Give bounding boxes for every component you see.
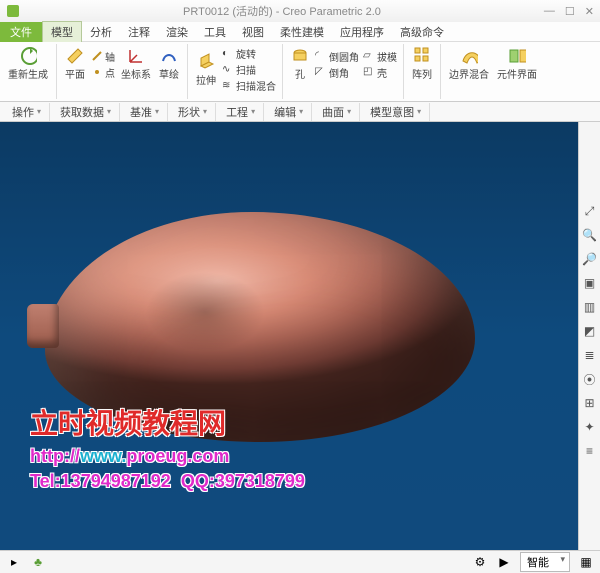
- tab-analysis[interactable]: 分析: [82, 22, 120, 42]
- sketch-button[interactable]: 草绘: [157, 46, 181, 82]
- viewport-wrap: 立时视频教程网 http://www.proeug.com Tel:137949…: [0, 122, 600, 550]
- hole-button[interactable]: 孔: [289, 46, 311, 82]
- sub-eng[interactable]: 工程: [218, 103, 264, 121]
- shell-button[interactable]: ◰壳: [363, 65, 397, 80]
- boundary-button[interactable]: 边界混合: [447, 46, 491, 82]
- tab-model[interactable]: 模型: [42, 21, 82, 42]
- snap-icon[interactable]: ⦿: [581, 370, 599, 388]
- tab-advanced[interactable]: 高级命令: [392, 22, 452, 42]
- sub-edit[interactable]: 编辑: [266, 103, 312, 121]
- sub-datum[interactable]: 基准: [122, 103, 168, 121]
- point-button[interactable]: 点: [91, 65, 115, 80]
- titlebar: PRT0012 (活动的) - Creo Parametric 2.0 — ☐ …: [0, 0, 600, 22]
- measure-icon[interactable]: ≡: [581, 442, 599, 460]
- axis-icon: [91, 50, 103, 62]
- status-tree-icon[interactable]: ♣: [30, 554, 46, 570]
- view-icon[interactable]: ▥: [581, 298, 599, 316]
- grid-icon[interactable]: ⊞: [581, 394, 599, 412]
- zoom-out-icon[interactable]: 🔎: [581, 250, 599, 268]
- swblend-icon: ≋: [222, 80, 234, 92]
- component-button[interactable]: 元件界面: [495, 46, 539, 82]
- maximize-button[interactable]: ☐: [565, 5, 575, 18]
- sub-surface[interactable]: 曲面: [314, 103, 360, 121]
- menubar: 文件 模型 分析 注释 渲染 工具 视图 柔性建模 应用程序 高级命令: [0, 22, 600, 42]
- plane-icon: [66, 47, 84, 65]
- sketch-icon: [160, 47, 178, 65]
- minimize-button[interactable]: —: [544, 5, 555, 18]
- refit-icon[interactable]: ▣: [581, 274, 599, 292]
- sub-ops[interactable]: 操作: [4, 103, 50, 121]
- sweep-icon: ∿: [222, 64, 234, 76]
- regen-label: 重新生成: [8, 66, 48, 81]
- ribbon-group-surface: 边界混合 元件界面: [441, 44, 545, 99]
- display-icon[interactable]: ◩: [581, 322, 599, 340]
- sub-getdata[interactable]: 获取数据: [52, 103, 120, 121]
- status-end-icon[interactable]: ▦: [578, 554, 594, 570]
- csys-icon: [127, 47, 145, 65]
- pattern-button[interactable]: 阵列: [410, 46, 434, 82]
- round-button[interactable]: ◜倒圆角: [315, 49, 359, 64]
- app-icon: [6, 4, 20, 18]
- boundary-icon: [460, 47, 478, 65]
- ribbon-group-regen: 重新生成: [0, 44, 57, 99]
- extrude-icon: [197, 53, 215, 71]
- pattern-icon: [413, 47, 431, 65]
- tab-view[interactable]: 视图: [234, 22, 272, 42]
- plane-button[interactable]: 平面: [63, 46, 87, 82]
- layers-icon[interactable]: ≣: [581, 346, 599, 364]
- csys-button[interactable]: 坐标系: [119, 46, 153, 82]
- point-icon: [91, 66, 103, 78]
- swblend-button[interactable]: ≋扫描混合: [222, 78, 276, 93]
- status-play-icon[interactable]: ▶: [496, 554, 512, 570]
- ribbon-group-shape: 拉伸 ◐旋转 ∿扫描 ≋扫描混合: [188, 44, 283, 99]
- sub-shape[interactable]: 形状: [170, 103, 216, 121]
- watermark: 立时视频教程网 http://www.proeug.com Tel:137949…: [30, 402, 305, 492]
- tab-flex[interactable]: 柔性建模: [272, 22, 332, 42]
- sub-intent[interactable]: 模型意图: [362, 103, 430, 121]
- status-filter-icon[interactable]: ⚙: [472, 554, 488, 570]
- tab-annotate[interactable]: 注释: [120, 22, 158, 42]
- ribbon-group-pattern: 阵列: [404, 44, 441, 99]
- statusbar: ▸ ♣ ⚙ ▶ 智能 ▦: [0, 550, 600, 573]
- right-toolbar: ⤢ 🔍 🔎 ▣ ▥ ◩ ≣ ⦿ ⊞ ✦ ≡: [578, 122, 600, 550]
- selection-filter-combo[interactable]: 智能: [520, 552, 570, 572]
- revolve-icon: ◐: [222, 48, 234, 60]
- tab-render[interactable]: 渲染: [158, 22, 196, 42]
- chamfer-button[interactable]: ◸倒角: [315, 65, 359, 80]
- tab-apps[interactable]: 应用程序: [332, 22, 392, 42]
- subbar: 操作 获取数据 基准 形状 工程 编辑 曲面 模型意图: [0, 102, 600, 122]
- revolve-button[interactable]: ◐旋转: [222, 46, 276, 61]
- tab-tools[interactable]: 工具: [196, 22, 234, 42]
- ribbon-group-engineering: 孔 ◜倒圆角 ◸倒角 ▱拔模 ◰壳: [283, 44, 404, 99]
- close-button[interactable]: ✕: [585, 5, 594, 18]
- regen-icon: [19, 47, 37, 65]
- sweep-button[interactable]: ∿扫描: [222, 62, 276, 77]
- shell-icon: ◰: [363, 66, 375, 78]
- round-icon: ◜: [315, 50, 327, 62]
- zoom-fit-icon[interactable]: ⤢: [581, 202, 599, 220]
- watermark-contact: Tel:13794987192 QQ:397318799: [30, 471, 305, 492]
- draft-button[interactable]: ▱拔模: [363, 49, 397, 64]
- extrude-button[interactable]: 拉伸: [194, 52, 218, 88]
- ribbon: 重新生成 平面 轴 点 坐标系 草绘: [0, 42, 600, 102]
- chamfer-icon: ◸: [315, 66, 327, 78]
- regenerate-button[interactable]: 重新生成: [6, 46, 50, 82]
- watermark-url: http://www.proeug.com: [30, 446, 305, 467]
- zoom-in-icon[interactable]: 🔍: [581, 226, 599, 244]
- component-icon: [508, 47, 526, 65]
- draft-icon: ▱: [363, 50, 375, 62]
- ribbon-group-datum: 平面 轴 点 坐标系 草绘: [57, 44, 188, 99]
- menu-file[interactable]: 文件: [0, 22, 42, 42]
- hole-icon: [291, 47, 309, 65]
- window-title: PRT0012 (活动的) - Creo Parametric 2.0: [20, 3, 544, 19]
- viewport[interactable]: 立时视频教程网 http://www.proeug.com Tel:137949…: [0, 122, 578, 550]
- coords-icon[interactable]: ✦: [581, 418, 599, 436]
- watermark-title: 立时视频教程网: [30, 402, 305, 442]
- axis-button[interactable]: 轴: [91, 49, 115, 64]
- status-msg-icon[interactable]: ▸: [6, 554, 22, 570]
